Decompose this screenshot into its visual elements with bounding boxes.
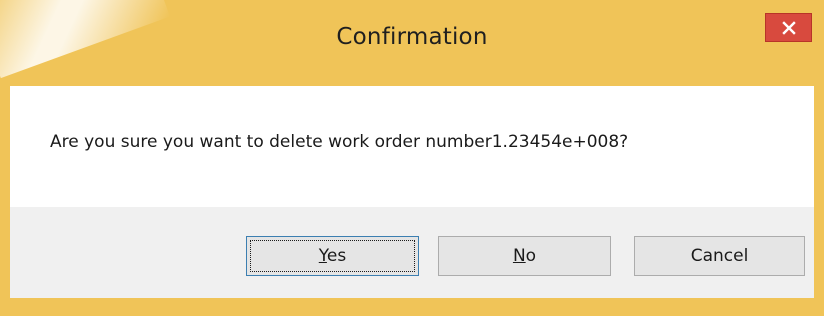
no-label-rest: o: [525, 246, 537, 266]
yes-button[interactable]: Yes: [246, 236, 419, 276]
dialog-title: Confirmation: [336, 24, 488, 50]
no-button-label: No: [513, 246, 536, 266]
confirmation-dialog: Confirmation Are you sure you want to de…: [0, 0, 824, 316]
yes-button-label: Yes: [319, 246, 346, 266]
dialog-content: Are you sure you want to delete work ord…: [10, 86, 814, 298]
close-icon: [781, 20, 797, 36]
close-button[interactable]: [765, 13, 812, 42]
confirmation-message: Are you sure you want to delete work ord…: [50, 132, 629, 152]
no-accelerator: N: [512, 246, 526, 266]
yes-accelerator: Y: [318, 246, 327, 266]
no-button[interactable]: No: [438, 236, 611, 276]
yes-label-rest: es: [326, 246, 347, 266]
button-bar: Yes No Cancel: [10, 207, 814, 298]
cancel-button-label: Cancel: [690, 246, 749, 266]
cancel-button[interactable]: Cancel: [634, 236, 805, 276]
title-bar[interactable]: Confirmation: [0, 0, 824, 86]
